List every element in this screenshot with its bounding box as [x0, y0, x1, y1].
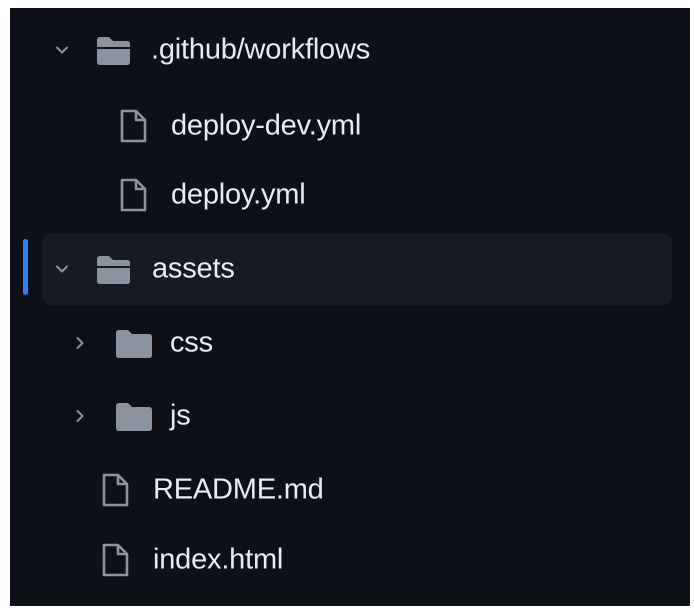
- folder-open-icon: [97, 256, 130, 284]
- file-icon: [120, 109, 147, 143]
- tree-item-label: .github/workflows: [151, 33, 371, 66]
- tree-item-label: README.md: [153, 473, 324, 506]
- tree-item-css[interactable]: css: [10, 307, 690, 379]
- chevron-right-icon[interactable]: [70, 333, 90, 353]
- tree-item-label: css: [170, 326, 213, 359]
- chevron-down-icon[interactable]: [52, 40, 72, 60]
- file-tree-panel: .github/workflows deploy-dev.yml deploy.…: [10, 8, 690, 606]
- tree-item-deploy-yml[interactable]: deploy.yml: [10, 159, 690, 231]
- file-icon: [102, 543, 129, 577]
- tree-item-deploy-dev-yml[interactable]: deploy-dev.yml: [10, 90, 690, 162]
- chevron-down-icon[interactable]: [52, 259, 72, 279]
- folder-open-icon: [97, 37, 130, 65]
- tree-item-label: js: [170, 399, 191, 432]
- folder-icon: [116, 403, 152, 431]
- selected-row-highlight: [42, 233, 672, 305]
- tree-item-github-workflows[interactable]: .github/workflows: [10, 14, 690, 86]
- tree-item-label: index.html: [153, 543, 284, 576]
- tree-item-index-html[interactable]: index.html: [10, 524, 690, 596]
- tree-item-readme-md[interactable]: README.md: [10, 454, 690, 526]
- chevron-right-icon[interactable]: [70, 406, 90, 426]
- tree-item-js[interactable]: js: [10, 380, 690, 452]
- tree-item-label: deploy.yml: [171, 178, 306, 211]
- active-indicator: [23, 239, 28, 295]
- folder-icon: [116, 330, 152, 358]
- tree-item-label: deploy-dev.yml: [171, 109, 362, 142]
- file-icon: [102, 473, 129, 507]
- tree-item-label: assets: [152, 252, 235, 285]
- tree-item-assets[interactable]: assets: [10, 233, 690, 305]
- file-icon: [120, 178, 147, 212]
